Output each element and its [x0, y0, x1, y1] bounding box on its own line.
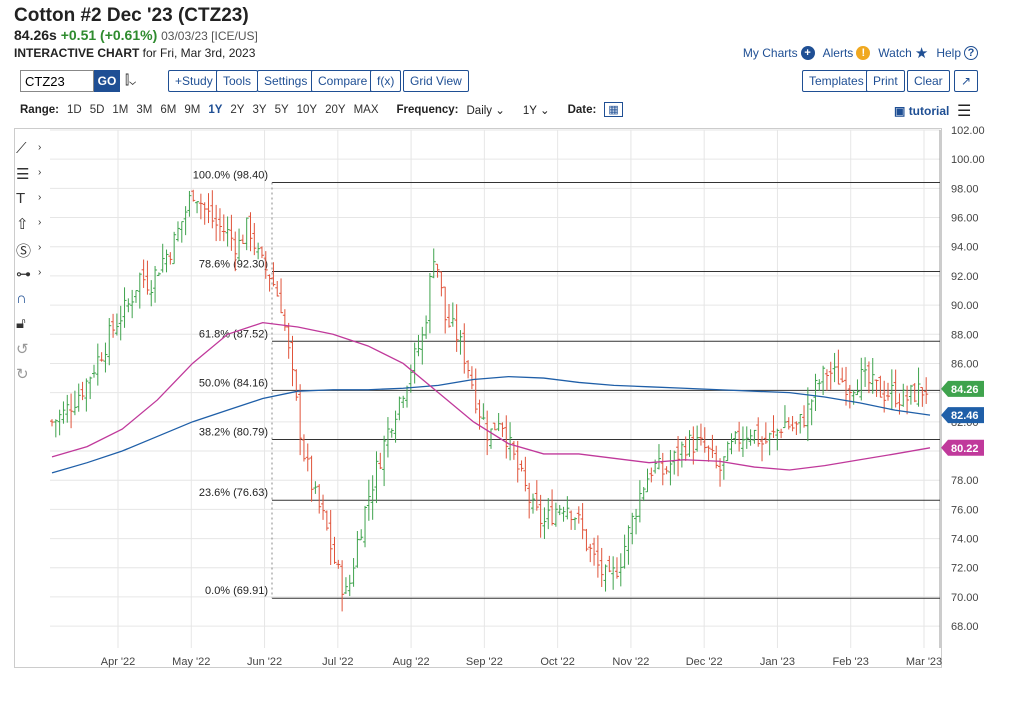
y-tick-label: 96.00: [951, 213, 979, 225]
expand-icon[interactable]: ↗: [954, 70, 978, 92]
price-badge: [941, 380, 984, 397]
tools-button[interactable]: Tools: [216, 70, 259, 92]
symbol-input[interactable]: [20, 70, 94, 92]
star-icon: ★: [914, 45, 929, 62]
y-tick-label: 92.00: [951, 271, 979, 283]
range-20y[interactable]: 20Y: [325, 104, 345, 116]
help-icon: ?: [964, 46, 978, 60]
range-2y[interactable]: 2Y: [230, 104, 244, 116]
alert-icon: !: [856, 46, 871, 60]
range-1d[interactable]: 1D: [67, 104, 82, 116]
measure-tool-icon[interactable]: ⊶ ›: [16, 265, 48, 290]
watch-link[interactable]: Watch ★: [878, 44, 928, 62]
quote-meta: 03/03/23 [ICE/US]: [161, 29, 258, 43]
my-charts-link[interactable]: My Charts +: [743, 46, 815, 60]
quote-line: 84.26s +0.51 (+0.61%) 03/03/23 [ICE/US]: [14, 27, 258, 43]
y-tick-label: 74.00: [951, 534, 979, 546]
clear-button[interactable]: Clear: [907, 70, 950, 92]
frequency-select[interactable]: Daily ⌄: [467, 103, 505, 117]
y-tick-label: 70.00: [951, 592, 979, 604]
price-badge-label: 82.46: [951, 410, 979, 422]
y-tick-label: 68.00: [951, 621, 979, 633]
price-badge: [941, 407, 984, 424]
range-6m[interactable]: 6M: [160, 104, 176, 116]
range-options: 1D 5D 1M 3M 6M 9M 1Y 2Y 3Y 5Y 10Y 20Y MAX: [67, 104, 387, 116]
text-tool-icon[interactable]: T ›: [16, 190, 48, 215]
y-tick-label: 80.00: [951, 446, 979, 458]
y-tick-label: 100.00: [951, 154, 985, 166]
compare-button[interactable]: Compare: [311, 70, 375, 92]
alerts-link[interactable]: Alerts!: [823, 46, 871, 60]
go-button[interactable]: GO: [94, 70, 120, 92]
bar-type-selector[interactable]: ⫿⌄: [125, 72, 136, 88]
range-3y[interactable]: 3Y: [252, 104, 266, 116]
tutorial-link[interactable]: ▣ tutorial: [894, 104, 949, 118]
last-price: 84.26s: [14, 27, 57, 43]
y-tick-label: 78.00: [951, 475, 979, 487]
period-select[interactable]: 1Y ⌄: [523, 103, 550, 117]
y-tick-label: 72.00: [951, 563, 979, 575]
range-1m[interactable]: 1M: [112, 104, 128, 116]
chart-frame: [14, 128, 942, 668]
grid-view-button[interactable]: Grid View: [403, 70, 469, 92]
y-tick-label: 90.00: [951, 300, 979, 312]
fx-button[interactable]: f(x): [370, 70, 402, 92]
settings-button[interactable]: Settings: [257, 70, 315, 92]
price-badge-label: 80.22: [951, 443, 979, 455]
y-tick-label: 86.00: [951, 358, 979, 370]
frequency-label: Frequency:: [396, 103, 459, 116]
templates-button[interactable]: Templates: [802, 70, 871, 92]
line-tool-icon[interactable]: ⟋ ›: [16, 140, 48, 165]
fib-tool-icon[interactable]: ☰ ›: [16, 165, 48, 190]
chevron-down-icon: ⌄: [495, 104, 505, 117]
plus-icon: +: [800, 46, 815, 60]
range-9m[interactable]: 9M: [184, 104, 200, 116]
symbol-tool-icon[interactable]: Ⓢ ›: [16, 240, 48, 265]
range-5y[interactable]: 5Y: [275, 104, 289, 116]
study-button[interactable]: +Study: [168, 70, 220, 92]
y-tick-label: 82.00: [951, 417, 979, 429]
y-tick-label: 84.00: [951, 388, 979, 400]
film-icon: ▣: [894, 104, 906, 118]
redo-icon[interactable]: ↻: [16, 365, 48, 390]
drawing-toolbar: ⟋ › ☰ › T › ⇧ › Ⓢ › ⊶ › ∩ 🔓︎ ↺ ↻: [16, 140, 48, 390]
price-change: +0.51 (+0.61%): [60, 27, 158, 43]
range-max[interactable]: MAX: [354, 104, 379, 116]
page-title: Cotton #2 Dec '23 (CTZ23): [14, 5, 249, 26]
range-1y[interactable]: 1Y: [208, 104, 222, 116]
range-10y[interactable]: 10Y: [297, 104, 317, 116]
chart-subtitle: INTERACTIVE CHART for Fri, Mar 3rd, 2023: [14, 46, 256, 60]
hamburger-menu-icon[interactable]: ☰: [957, 101, 971, 121]
range-label: Range:: [20, 103, 59, 116]
calendar-icon[interactable]: ▦: [604, 102, 623, 117]
help-link[interactable]: Help?: [936, 46, 978, 60]
print-button[interactable]: Print: [866, 70, 905, 92]
range-3m[interactable]: 3M: [136, 104, 152, 116]
undo-icon[interactable]: ↺: [16, 340, 48, 365]
magnet-icon[interactable]: ∩: [16, 290, 48, 315]
y-tick-label: 94.00: [951, 242, 979, 254]
range-5d[interactable]: 5D: [90, 104, 105, 116]
y-tick-label: 98.00: [951, 183, 979, 195]
price-badge-label: 84.26: [951, 384, 979, 396]
y-tick-label: 76.00: [951, 504, 979, 516]
date-label: Date:: [567, 103, 597, 116]
arrow-tool-icon[interactable]: ⇧ ›: [16, 215, 48, 240]
top-links: My Charts + Alerts! Watch ★ Help?: [743, 44, 978, 62]
range-bar: Range: 1D 5D 1M 3M 6M 9M 1Y 2Y 3Y 5Y 10Y 20Y MAX Fre…: [20, 102, 623, 117]
chevron-down-icon: ⌄: [539, 104, 550, 117]
y-tick-label: 88.00: [951, 329, 979, 341]
y-tick-label: 102.00: [951, 125, 985, 137]
price-badge: [941, 439, 984, 456]
lock-icon[interactable]: 🔓︎: [16, 315, 48, 340]
